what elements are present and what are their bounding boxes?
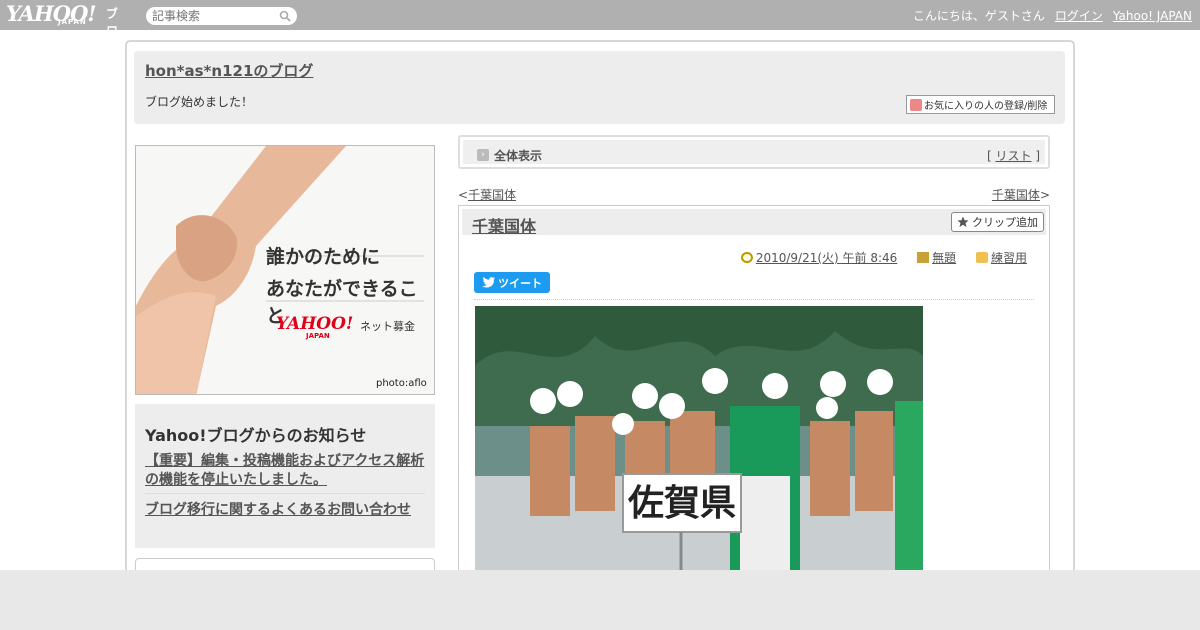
- tweet-button-label: ツイート: [498, 276, 542, 290]
- favorite-button-label: お気に入りの人の登録/削除: [924, 101, 1048, 112]
- divider: [474, 299, 1034, 300]
- banner-net-text: ネット募金: [360, 320, 415, 333]
- prev-article-link[interactable]: 千葉国体: [468, 188, 516, 202]
- arrow-right-icon: ›: [477, 149, 489, 161]
- search-icon[interactable]: [279, 10, 291, 22]
- allview-bar: › 全体表示 [ リスト ]: [458, 135, 1050, 169]
- logo-sub: JAPAN: [58, 18, 87, 26]
- user-nav: こんにちは、ゲストさん ログイン Yahoo! JAPAN: [903, 7, 1192, 24]
- tweet-button[interactable]: ツイート: [474, 272, 550, 293]
- next-article-link[interactable]: 千葉国体: [992, 188, 1040, 202]
- star-icon: [957, 216, 969, 227]
- blog-title[interactable]: hon*as*n121のブログ: [145, 60, 313, 81]
- yahoo-japan-link[interactable]: Yahoo! JAPAN: [1113, 9, 1192, 23]
- theme-icon: [917, 252, 930, 263]
- article-meta: 2010/9/21(火) 午前 8:46 無題 練習用: [727, 249, 1029, 266]
- heart-icon: [910, 98, 922, 111]
- banner-yahoo-logo: YAHOO!: [276, 314, 354, 334]
- notice-item[interactable]: 【重要】編集・投稿機能およびアクセス解析の機能を停止いたしました。: [145, 452, 427, 490]
- clock-icon: [740, 252, 753, 263]
- notice-box: Yahoo!ブログからのお知らせ 【重要】編集・投稿機能およびアクセス解析の機能…: [135, 404, 435, 548]
- clip-button-label: クリップ追加: [972, 216, 1038, 229]
- article-theme[interactable]: 無題: [932, 251, 956, 265]
- login-link[interactable]: ログイン: [1055, 9, 1103, 23]
- article-title[interactable]: 千葉国体: [472, 213, 536, 237]
- water-polo-team-image: [475, 306, 923, 586]
- search-box: [146, 7, 297, 25]
- team-sign-text: 佐賀県: [627, 482, 736, 524]
- article-date[interactable]: 2010/9/21(火) 午前 8:46: [756, 251, 897, 265]
- page-bottom: [0, 570, 1200, 630]
- twitter-bird-icon: [482, 277, 495, 288]
- list-link[interactable]: リスト: [995, 149, 1031, 163]
- blog-description: ブログ始めました！: [145, 95, 254, 109]
- article-photo[interactable]: 佐賀県: [475, 306, 923, 586]
- donation-banner[interactable]: 誰かのために あなたができること YAHOO! JAPAN ネット募金 phot…: [135, 145, 435, 395]
- article-category[interactable]: 練習用: [991, 251, 1027, 265]
- notice-item[interactable]: ブログ移行に関するよくあるお問い合わせ: [145, 499, 411, 519]
- greeting-text: こんにちは、ゲストさん: [912, 9, 1045, 23]
- article-header: 千葉国体 クリップ追加: [462, 209, 1046, 237]
- divider: [145, 493, 425, 494]
- clip-button[interactable]: クリップ追加: [951, 212, 1044, 232]
- banner-photo-credit: photo:aflo: [376, 378, 427, 389]
- search-input[interactable]: [152, 8, 277, 24]
- top-bar: YAHOO! JAPAN ブログ こんにちは、ゲストさんログインYahoo! J…: [0, 0, 1200, 55]
- allview-label: 全体表示: [494, 149, 543, 163]
- notice-title: Yahoo!ブログからのお知らせ: [145, 426, 367, 445]
- banner-line1: 誰かのために: [266, 246, 381, 268]
- banner-yahoo-sub: JAPAN: [306, 332, 330, 340]
- prev-article-nav: <千葉国体: [458, 188, 517, 202]
- favorite-button[interactable]: お気に入りの人の登録/削除: [906, 95, 1055, 114]
- folder-icon: [975, 252, 988, 263]
- article: 千葉国体 クリップ追加 2010/9/21(火) 午前 8:46 無題 練習用 …: [458, 205, 1050, 586]
- list-link-wrapper: [ リスト ]: [986, 149, 1040, 163]
- next-article-nav: 千葉国体>: [991, 188, 1050, 202]
- handshake-image: [136, 146, 434, 394]
